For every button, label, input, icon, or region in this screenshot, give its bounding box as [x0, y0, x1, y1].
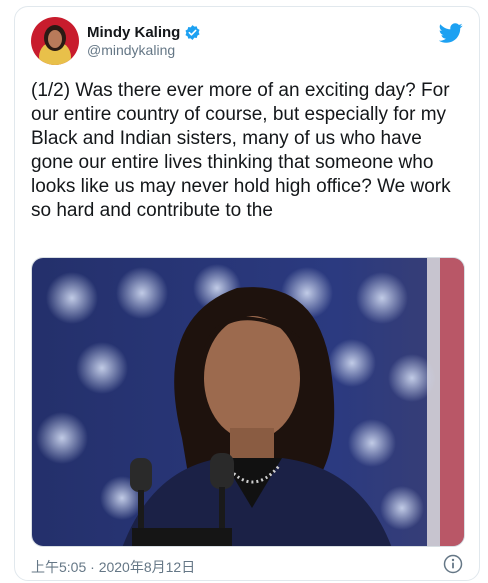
tweet-timestamp[interactable]: 上午5:05 · 2020年8月12日: [31, 557, 195, 577]
info-icon[interactable]: [443, 554, 463, 574]
tweet-card[interactable]: Mindy Kaling @mindykaling (1/2) Was ther…: [14, 6, 480, 581]
tweet-text: (1/2) Was there ever more of an exciting…: [31, 80, 451, 221]
verified-badge-icon: [184, 24, 201, 41]
tweet-header: Mindy Kaling @mindykaling: [31, 17, 467, 69]
author-display-name[interactable]: Mindy Kaling: [87, 24, 180, 41]
tweet-meta: 上午5:05 · 2020年8月12日: [31, 553, 467, 577]
tweet-photo[interactable]: [31, 257, 465, 547]
author-names: Mindy Kaling @mindykaling: [87, 24, 201, 58]
avatar-image: [31, 17, 79, 65]
photo-woman-at-podium-image: [32, 258, 464, 546]
avatar[interactable]: [31, 17, 79, 65]
twitter-bird-icon[interactable]: [438, 21, 463, 45]
author-handle[interactable]: @mindykaling: [87, 42, 201, 58]
